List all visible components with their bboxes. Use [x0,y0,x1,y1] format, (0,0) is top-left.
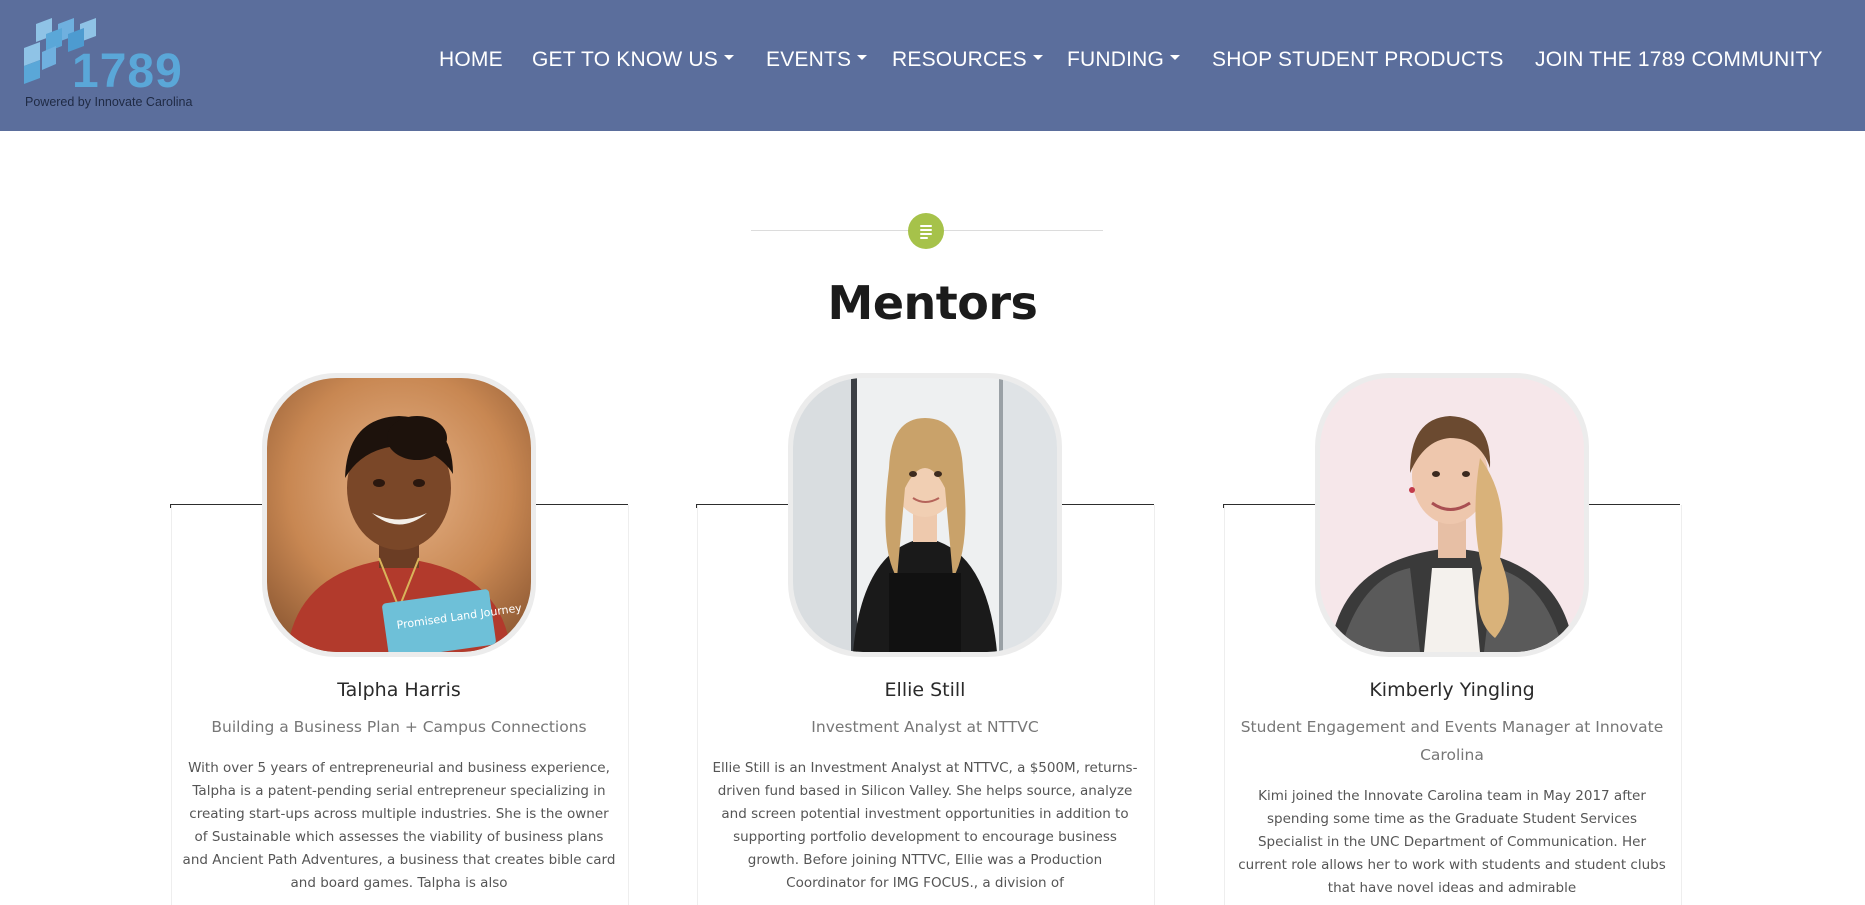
mentor-role: Investment Analyst at NTTVC [811,718,1039,736]
nav-home[interactable]: HOME [439,48,503,72]
portrait-talpha-image: Promised Land Journey [267,378,531,652]
logo-tagline: Powered by Innovate Carolina [25,95,193,109]
nav-join-label: JOIN THE 1789 COMMUNITY [1535,48,1823,71]
caret-down-icon [724,54,734,60]
nav-shop-label: SHOP STUDENT PRODUCTS [1212,48,1504,71]
mentor-role: Student Engagement and Events Manager at… [1240,718,1664,764]
page-title: Mentors [827,276,1038,330]
nav-events-label: EVENTS [766,48,852,71]
nav-events[interactable]: EVENTS [766,48,868,72]
portrait-ellie-image [793,378,1057,652]
mentor-bio: Kimi joined the Innovate Carolina team i… [1238,788,1666,896]
nav-shop-student-products[interactable]: SHOP STUDENT PRODUCTS [1212,48,1504,72]
nav-get-to-know-us[interactable]: GET TO KNOW US [532,48,734,72]
nav-home-label: HOME [439,48,503,71]
nav-join-community[interactable]: JOIN THE 1789 COMMUNITY [1535,48,1823,72]
nav-funding-label: FUNDING [1067,48,1165,71]
site-header: 1789 Powered by Innovate Carolina HOME G… [0,0,1865,131]
mentor-photo [788,373,1062,657]
caret-down-icon [857,54,868,60]
logo-number: 1789 [72,45,183,98]
caret-down-icon [1170,54,1181,60]
mentor-bio: With over 5 years of entrepreneurial and… [182,760,616,891]
caret-down-icon [1032,54,1043,60]
nav-resources-label: RESOURCES [892,48,1027,71]
mentor-photo: Promised Land Journey [262,373,536,657]
mentor-bio: Ellie Still is an Investment Analyst at … [712,760,1138,891]
mentor-name: Talpha Harris [337,679,461,701]
nav-funding[interactable]: FUNDING [1067,48,1181,72]
mentor-photo [1315,373,1589,657]
site-logo[interactable]: 1789 Powered by Innovate Carolina [22,18,222,113]
mentor-role: Building a Business Plan + Campus Connec… [211,718,587,736]
mentor-name: Ellie Still [884,679,966,701]
nav-resources[interactable]: RESOURCES [892,48,1043,72]
portrait-kimberly-image [1320,378,1584,652]
nav-get-to-know-us-label: GET TO KNOW US [532,48,718,71]
document-lines-icon [908,213,944,249]
mentor-name: Kimberly Yingling [1369,679,1535,701]
